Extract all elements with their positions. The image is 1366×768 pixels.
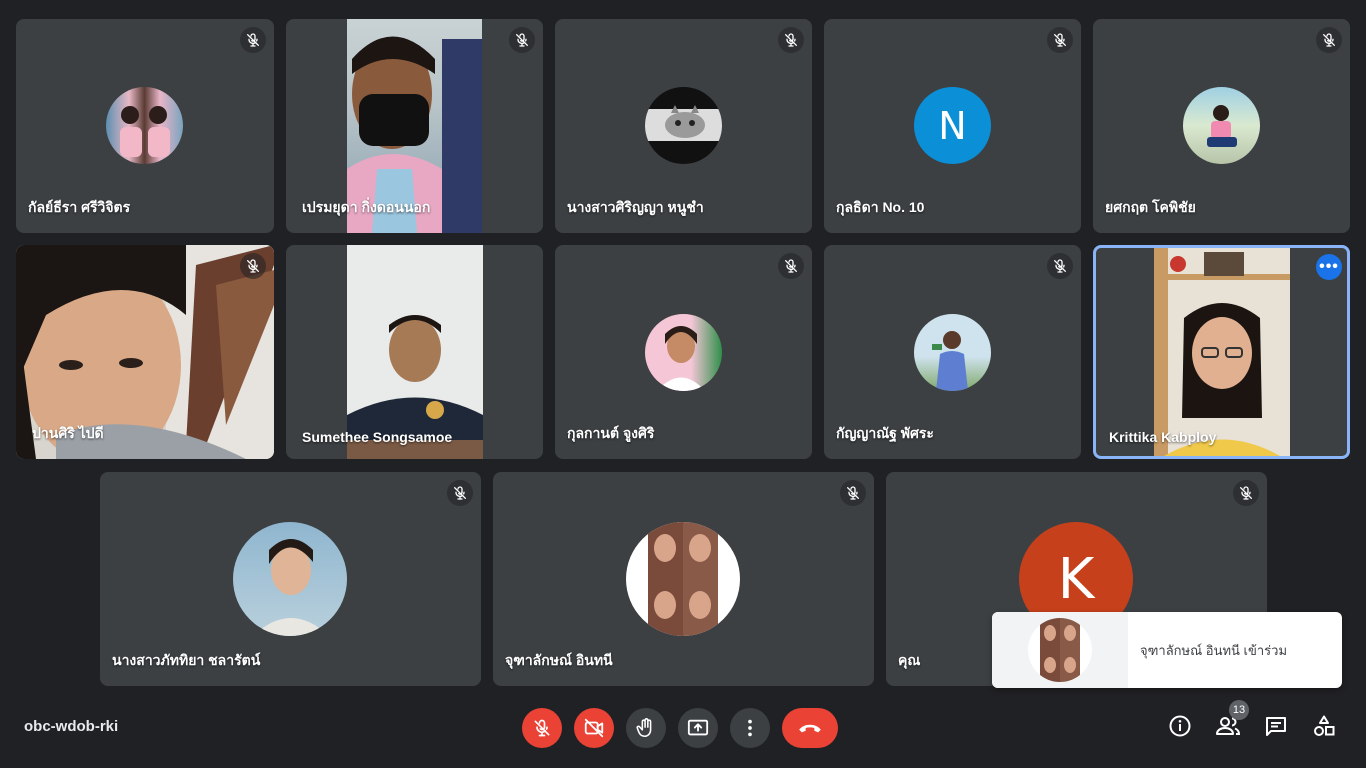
avatar-initial: K (1057, 546, 1095, 612)
avatar (233, 522, 347, 636)
participant-tile[interactable]: นางสาวศิริญญา หนูชำ (555, 19, 812, 233)
participant-tile[interactable]: จุฑาลักษณ์ อินทนี (493, 472, 874, 686)
mic-off-icon (509, 27, 535, 53)
raise-hand-icon (636, 718, 652, 738)
camera-toggle-button[interactable] (574, 708, 614, 748)
mic-off-icon (532, 718, 552, 738)
participant-tile[interactable]: N กุลธิดา No. 10 (824, 19, 1081, 233)
participant-tile[interactable]: เปรมยุดา กิ่งดอนนอก (286, 19, 543, 233)
participant-name: นางสาวภัททิยา ชลารัตน์ (112, 652, 261, 668)
participant-tile[interactable]: ปานศิริ ไปดี (16, 245, 274, 459)
participant-tile-active[interactable]: ••• Krittika Kabploy (1093, 245, 1350, 459)
join-notification: จุฑาลักษณ์ อินทนี เข้าร่วม (992, 612, 1342, 688)
participant-name: นางสาวศิริญญา หนูชำ (567, 199, 704, 215)
participant-tile[interactable]: นางสาวภัททิยา ชลารัตน์ (100, 472, 481, 686)
mic-off-icon (240, 27, 266, 53)
mic-toggle-button[interactable] (522, 708, 562, 748)
toast-message: จุฑาลักษณ์ อินทนี เข้าร่วม (1140, 643, 1288, 658)
participant-tile[interactable]: กุลกานต์ จูงศิริ (555, 245, 812, 459)
avatar (1183, 87, 1260, 164)
participant-tile[interactable]: ยศกฤต โคพิชัย (1093, 19, 1350, 233)
camera-off-icon (584, 718, 604, 738)
toast-avatar-area (992, 612, 1128, 688)
participant-name: กุลธิดา No. 10 (836, 199, 925, 215)
mic-off-icon (840, 480, 866, 506)
more-options-button[interactable] (730, 708, 770, 748)
participant-name: Krittika Kabploy (1109, 429, 1217, 445)
participant-count-badge: 13 (1229, 700, 1249, 720)
participant-name: กัญญาณัฐ พัศระ (836, 425, 934, 441)
mic-off-icon (240, 253, 266, 279)
participant-tile[interactable]: Sumethee Songsamoe (286, 245, 543, 459)
participant-name: จุฑาลักษณ์ อินทนี (505, 652, 613, 668)
participant-name: กุลกานต์ จูงศิริ (567, 425, 655, 441)
chat-icon (1266, 717, 1286, 736)
avatar (626, 522, 740, 636)
meeting-details-button[interactable] (1167, 713, 1193, 739)
chat-button[interactable] (1263, 713, 1289, 739)
end-call-button[interactable] (782, 708, 838, 748)
activities-button[interactable] (1311, 713, 1337, 739)
participant-name: คุณ (898, 652, 921, 668)
avatar (914, 314, 991, 391)
present-screen-icon (687, 719, 709, 736)
avatar: N (914, 87, 991, 164)
mic-off-icon (1047, 27, 1073, 53)
info-icon (1169, 715, 1191, 737)
avatar (106, 87, 183, 164)
avatar (645, 87, 722, 164)
mic-off-icon (447, 480, 473, 506)
raise-hand-button[interactable] (626, 708, 666, 748)
avatar (645, 314, 722, 391)
participant-name: เปรมยุดา กิ่งดอนนอก (302, 199, 431, 215)
video-feed (1154, 248, 1290, 456)
mic-off-icon (1316, 27, 1342, 53)
meeting-code[interactable]: obc-wdob-rki (24, 718, 118, 735)
avatar-initial: N (938, 103, 967, 148)
mic-off-icon (1233, 480, 1259, 506)
participant-name: ปานศิริ ไปดี (32, 425, 104, 441)
present-screen-button[interactable] (678, 708, 718, 748)
mic-off-icon (778, 27, 804, 53)
video-feed (347, 245, 483, 459)
mic-off-icon (778, 253, 804, 279)
activities-icon (1314, 715, 1335, 736)
more-options-button[interactable]: ••• (1316, 254, 1342, 280)
participant-name: กัลย์ธีรา ศรีวิจิตร (28, 199, 131, 215)
participant-tile[interactable]: กัลย์ธีรา ศรีวิจิตร (16, 19, 274, 233)
more-options-icon (748, 719, 752, 737)
participant-name: Sumethee Songsamoe (302, 429, 453, 445)
end-call-icon (799, 724, 821, 733)
participant-tile[interactable]: กัญญาณัฐ พัศระ (824, 245, 1081, 459)
mic-off-icon (1047, 253, 1073, 279)
avatar (1028, 618, 1092, 682)
participant-name: ยศกฤต โคพิชัย (1105, 199, 1196, 215)
